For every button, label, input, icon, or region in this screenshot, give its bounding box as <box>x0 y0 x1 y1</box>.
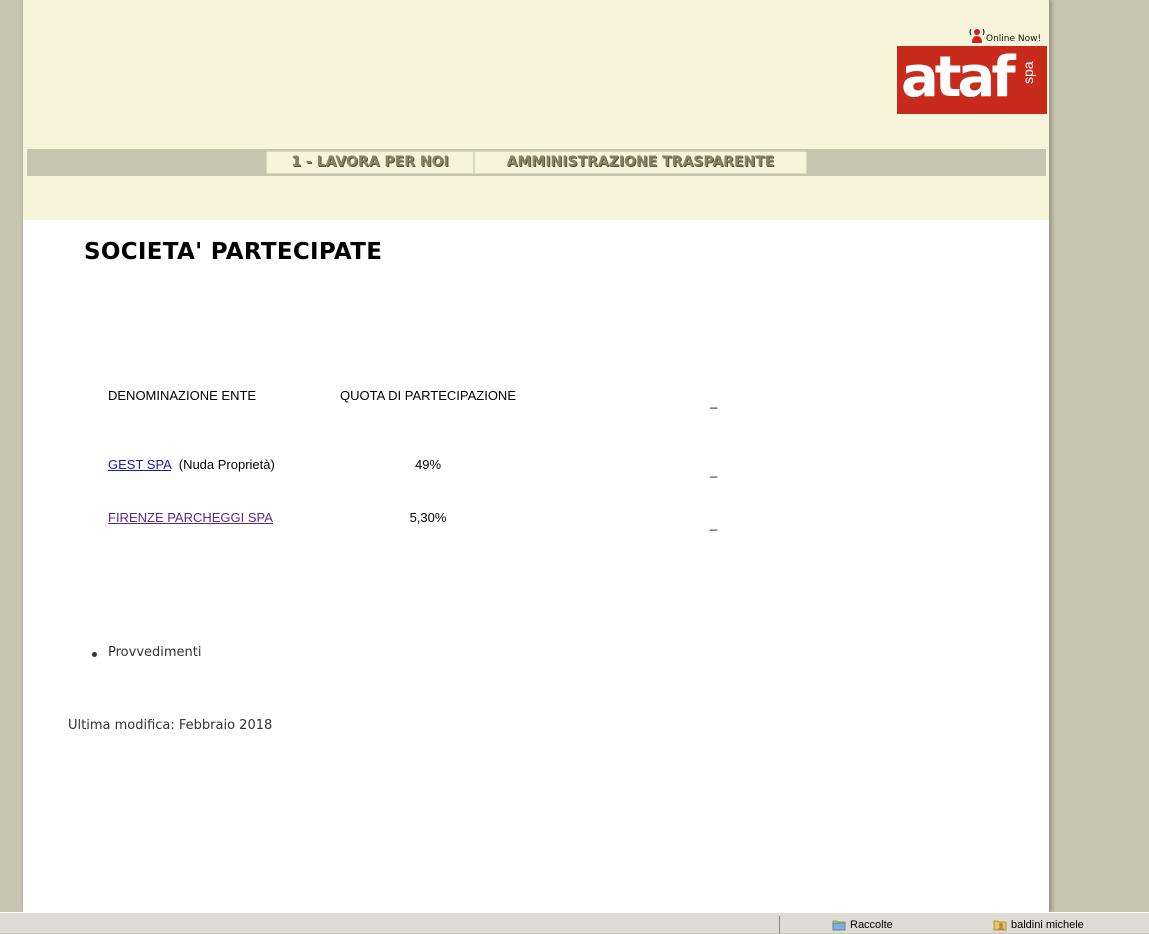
last-modified: Ultima modifica: Febbraio 2018 <box>68 718 273 733</box>
row-quota: 5,30% <box>409 510 447 525</box>
logo-suffix-text: spa <box>1020 61 1036 84</box>
taskbar-item-label: Raccolte <box>850 919 893 931</box>
taskbar-separator <box>779 916 780 934</box>
link-firenze-parcheggi-spa[interactable]: FIRENZE PARCHEGGI SPA <box>108 510 273 525</box>
row-quota: 49% <box>414 457 442 472</box>
bullet-dot-icon <box>92 652 97 657</box>
taskbar-item-raccolte[interactable]: Raccolte <box>832 919 893 931</box>
nav-item-amministrazione-trasparente[interactable]: AMMINISTRAZIONE TRASPARENTE <box>474 151 807 174</box>
online-now-badge[interactable]: Online Now! <box>969 26 1041 44</box>
row-note: (Nuda Proprietà) <box>178 457 275 472</box>
online-now-label: Online Now! <box>986 34 1042 44</box>
link-gest-spa[interactable]: GEST SPA <box>108 457 171 472</box>
row-extra: _ <box>710 463 718 478</box>
list-item-label: Provvedimenti <box>108 645 202 660</box>
site-header: Online Now! ataf spa 1 - LAVORA PER NOI … <box>23 0 1049 220</box>
user-folder-icon <box>993 919 1007 931</box>
table-row: GEST SPA (Nuda Proprietà) <box>108 457 275 472</box>
taskbar-item-label: baldini michele <box>1011 919 1084 931</box>
taskbar-item-baldini-michele[interactable]: baldini michele <box>993 919 1084 931</box>
table-header-denominazione: DENOMINAZIONE ENTE <box>108 388 257 403</box>
provvedimenti-list: Provvedimenti <box>89 645 201 660</box>
row-extra: _ <box>710 516 718 531</box>
taskbar: Raccolte baldini michele <box>0 912 1149 934</box>
list-item[interactable]: Provvedimenti <box>89 645 201 660</box>
browser-page: Online Now! ataf spa 1 - LAVORA PER NOI … <box>22 0 1050 912</box>
logo-main-text: ataf <box>901 46 1016 110</box>
ataf-logo[interactable]: ataf spa <box>897 46 1047 114</box>
folder-icon <box>832 919 846 931</box>
table-header-quota: QUOTA DI PARTECIPAZIONE <box>339 388 516 403</box>
online-user-icon <box>969 26 985 44</box>
page-title: SOCIETA' PARTECIPATE <box>84 239 383 265</box>
table-header-extra: _ <box>710 394 718 409</box>
main-nav: 1 - LAVORA PER NOI AMMINISTRAZIONE TRASP… <box>27 149 1046 176</box>
nav-item-lavora-per-noi[interactable]: 1 - LAVORA PER NOI <box>266 151 474 174</box>
table-row: FIRENZE PARCHEGGI SPA <box>108 510 273 525</box>
